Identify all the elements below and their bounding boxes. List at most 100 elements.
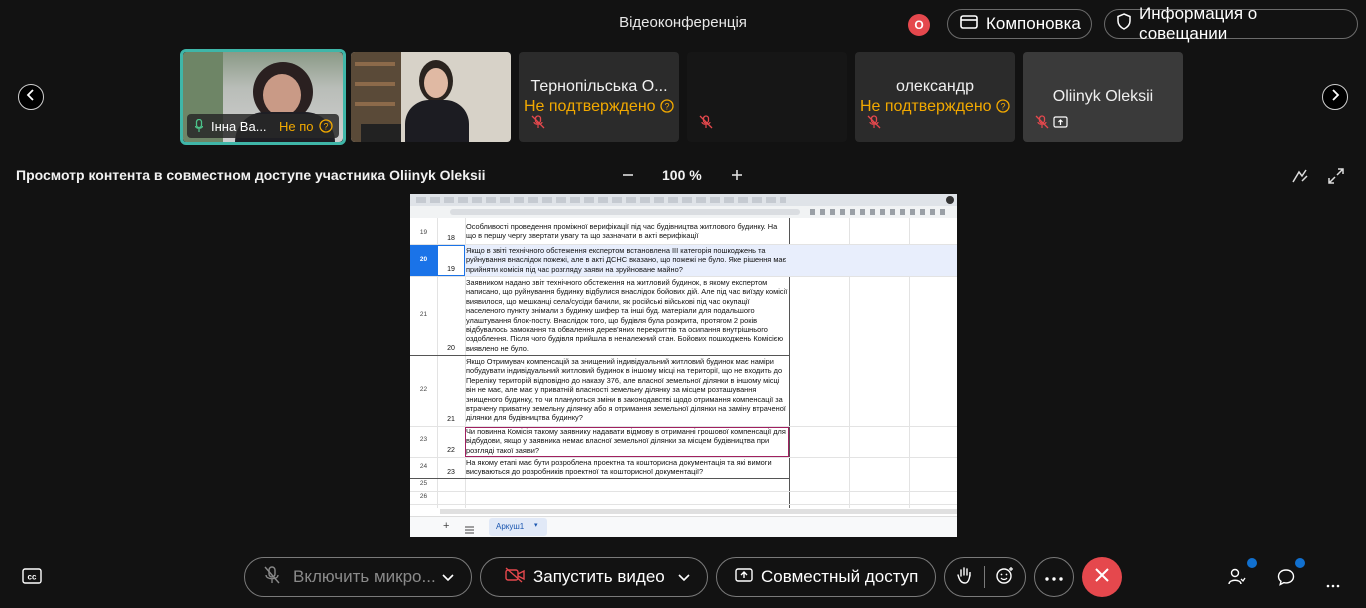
participant-tile-2[interactable] xyxy=(351,52,511,142)
row-header: 20 xyxy=(419,256,428,263)
zoom-out-button[interactable] xyxy=(621,168,635,187)
row-header: 23 xyxy=(419,436,428,443)
sheet-tab-label: Аркуш1 xyxy=(496,522,525,531)
participant-tile-3[interactable]: Тернопільська О... Не подтверждено ? xyxy=(519,52,679,142)
cell-question: Якщо Отримувач компенсацій за знищений і… xyxy=(466,357,786,423)
svg-text:?: ? xyxy=(1000,102,1005,112)
zoom-level: 100 % xyxy=(662,167,702,183)
recording-badge[interactable]: О xyxy=(908,14,930,36)
cell-question: Чи повинна Комісія такому заявнику надав… xyxy=(466,427,786,455)
participant-tile-6[interactable]: Oliinyk Oleksii xyxy=(1023,52,1183,142)
fullscreen-button[interactable] xyxy=(1327,167,1345,190)
plus-icon xyxy=(730,169,744,186)
share-screen-icon xyxy=(735,567,753,588)
meeting-info-label: Информация о совещании xyxy=(1139,4,1258,43)
leave-meeting-button[interactable] xyxy=(1082,557,1122,597)
participant-name: олександр xyxy=(896,78,974,95)
sheet-row[interactable]: 21 20 Заявником надано звіт технічного о… xyxy=(410,277,957,355)
layout-label: Компоновка xyxy=(986,14,1081,33)
horizontal-scrollbar[interactable] xyxy=(440,509,957,514)
sheet-row[interactable]: 26 xyxy=(410,492,957,504)
cell-number: 18 xyxy=(447,235,455,242)
participant-tile-4[interactable] xyxy=(687,52,847,142)
people-icon xyxy=(1228,568,1246,590)
expand-icon xyxy=(1327,168,1345,189)
chevron-down-icon[interactable] xyxy=(442,567,454,587)
video-control[interactable]: Запустить видео xyxy=(480,557,708,597)
chevron-left-icon xyxy=(26,88,36,106)
cell-number: 19 xyxy=(447,266,455,273)
share-content-button[interactable]: Совместный доступ xyxy=(716,557,936,597)
divider xyxy=(983,566,985,588)
shield-icon xyxy=(1117,13,1131,35)
share-label: Совместный доступ xyxy=(761,567,919,586)
emoji-reaction-icon[interactable] xyxy=(995,566,1014,589)
participant-name: Тернопільська О... xyxy=(530,78,668,95)
sheet-tabs-bar: + Аркуш1 ▾ xyxy=(410,516,957,537)
sheet-row-selected[interactable]: 20 19 Якщо в звіті технічного обстеження… xyxy=(410,245,957,276)
video-off-icon xyxy=(505,566,525,588)
help-icon: ? xyxy=(996,99,1010,118)
sheet-row[interactable]: 24 23 На якому етапі має бути розроблена… xyxy=(410,458,957,478)
sheet-row[interactable]: 22 21 Якщо Отримувач компенсацій за знищ… xyxy=(410,356,957,426)
reactions-group xyxy=(944,557,1026,597)
closed-captions-icon: cc xyxy=(22,568,42,588)
notification-dot xyxy=(1295,558,1305,568)
row-header: 19 xyxy=(419,229,428,236)
screen-share-icon xyxy=(1053,116,1068,134)
mic-muted-icon xyxy=(263,565,281,589)
cell-question: На якому етапі має бути розроблена проек… xyxy=(466,458,772,477)
svg-text:?: ? xyxy=(664,102,669,112)
cell-question: Особливості проведення проміжної верифік… xyxy=(466,222,778,241)
active-speaker-highlight xyxy=(180,49,346,145)
mic-muted-icon xyxy=(699,115,713,134)
zoom-in-button[interactable] xyxy=(730,168,744,187)
sheet-row[interactable]: 19 18 Особливості проведення проміжної в… xyxy=(410,222,957,244)
chevron-right-icon xyxy=(1330,88,1340,106)
sheet-row[interactable]: 23 22 Чи повинна Комісія такому заявнику… xyxy=(410,427,957,457)
mic-muted-icon xyxy=(1035,115,1049,134)
row-header: 26 xyxy=(419,493,428,500)
layout-icon xyxy=(960,14,978,34)
pen-icon xyxy=(1291,169,1309,189)
sheet-row[interactable]: 25 xyxy=(410,479,957,491)
mic-muted-icon xyxy=(867,115,881,134)
scroll-right-button[interactable] xyxy=(1322,84,1348,110)
cell-number: 21 xyxy=(447,416,455,423)
participant-status-text: Не подтверждено xyxy=(859,98,992,115)
layout-button[interactable]: Компоновка xyxy=(947,9,1092,39)
participant-video xyxy=(351,52,511,142)
captions-button[interactable]: cc xyxy=(22,568,42,589)
participant-tile-5[interactable]: олександр Не подтверждено ? xyxy=(855,52,1015,142)
cell-question: Заявником надано звіт технічного обстеже… xyxy=(466,278,788,353)
cell-number: 23 xyxy=(447,469,455,476)
panel-more-button[interactable] xyxy=(1326,575,1340,593)
mic-control[interactable]: Включить микро... xyxy=(244,557,472,597)
meeting-info-button[interactable]: Информация о совещании xyxy=(1104,4,1358,43)
shared-screen[interactable]: 19 18 Особливості проведення проміжної в… xyxy=(410,194,957,537)
mic-label: Включить микро... xyxy=(293,567,436,586)
add-sheet-icon[interactable]: + xyxy=(443,520,449,532)
all-sheets-icon[interactable] xyxy=(465,521,474,537)
chevron-down-icon[interactable] xyxy=(678,567,690,587)
caret-down-icon: ▾ xyxy=(534,522,538,529)
row-header: 22 xyxy=(419,386,428,393)
notification-dot xyxy=(1247,558,1257,568)
share-title: Просмотр контента в совместном доступе у… xyxy=(16,167,486,183)
row-header: 21 xyxy=(419,311,428,318)
raise-hand-icon[interactable] xyxy=(956,566,973,589)
more-horizontal-icon xyxy=(1326,575,1340,592)
row-header: 24 xyxy=(419,463,428,470)
svg-text:cc: cc xyxy=(28,573,37,582)
more-options-button[interactable] xyxy=(1034,557,1074,597)
row-header: 25 xyxy=(419,480,428,487)
cell-question: Якщо в звіті технічного обстеження експе… xyxy=(466,246,787,274)
annotate-button[interactable] xyxy=(1291,167,1309,190)
chat-button[interactable] xyxy=(1277,568,1295,591)
cell-number: 22 xyxy=(447,447,455,454)
scroll-left-button[interactable] xyxy=(18,84,44,110)
participants-panel-button[interactable] xyxy=(1228,568,1246,591)
cell-number: 20 xyxy=(447,345,455,352)
sheet-tab[interactable]: Аркуш1 ▾ xyxy=(489,518,547,536)
browser-tabs-bar xyxy=(410,194,957,206)
